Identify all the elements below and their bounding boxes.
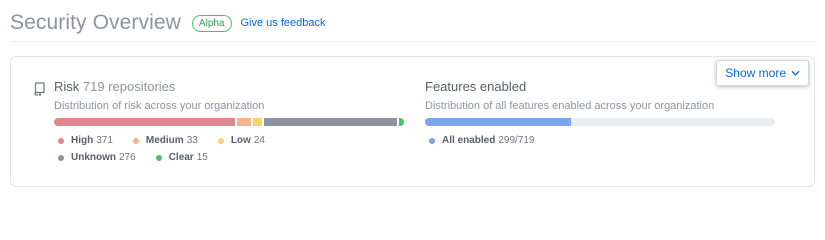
risk-segment-unknown bbox=[262, 118, 397, 126]
risk-segment-medium bbox=[234, 118, 251, 126]
legend-value: 15 bbox=[196, 152, 208, 163]
risk-repo-count: 719 repositories bbox=[82, 79, 176, 94]
legend-item-clear: Clear 15 bbox=[152, 149, 208, 166]
alpha-badge: Alpha bbox=[191, 14, 232, 32]
legend-label: Clear bbox=[168, 152, 194, 163]
legend-label: High bbox=[71, 135, 94, 146]
features-panel: Features enabled Distribution of all fea… bbox=[425, 79, 775, 149]
risk-title: Risk 719 repositories bbox=[54, 79, 404, 95]
features-title: Features enabled bbox=[425, 79, 527, 94]
legend-dot bbox=[429, 137, 435, 144]
features-legend: All enabled 299/719 bbox=[425, 132, 745, 149]
legend-item-high: High 371 bbox=[54, 132, 113, 149]
legend-label: Unknown bbox=[71, 152, 116, 163]
risk-subtitle: Distribution of risk across your organiz… bbox=[54, 100, 265, 112]
legend-label: Low bbox=[230, 135, 251, 146]
legend-dot bbox=[217, 137, 224, 144]
features-subtitle: Distribution of all features enabled acr… bbox=[425, 100, 715, 112]
risk-title-prefix: Risk bbox=[54, 79, 80, 94]
risk-segment-high bbox=[54, 118, 235, 126]
legend-dot bbox=[58, 137, 64, 144]
legend-value: 299/719 bbox=[498, 135, 535, 146]
risk-panel: Risk 719 repositories Distribution of ri… bbox=[54, 79, 404, 166]
legend-value: 371 bbox=[96, 135, 113, 146]
repo-icon bbox=[34, 82, 45, 96]
legend-dot bbox=[155, 154, 162, 161]
legend-item-unknown: Unknown 276 bbox=[54, 149, 136, 166]
risk-legend: High 371 Medium 33 Low 24 Unknown 276 Clear 15 bbox=[54, 132, 374, 166]
page-header: Security Overview Alpha Give us feedback bbox=[10, 9, 326, 37]
legend-value: 33 bbox=[186, 135, 198, 146]
legend-label: Medium bbox=[145, 135, 184, 146]
legend-value: 24 bbox=[253, 135, 265, 146]
features-bar bbox=[425, 118, 775, 126]
risk-segment-clear bbox=[396, 118, 404, 126]
legend-dot bbox=[132, 137, 139, 144]
risk-segment-low bbox=[250, 118, 263, 126]
show-more-label: Show more bbox=[725, 66, 786, 80]
legend-item-all-enabled: All enabled 299/719 bbox=[425, 132, 535, 149]
overview-card: Show more Risk 719 repositories Distribu… bbox=[10, 56, 815, 187]
legend-label: All enabled bbox=[442, 135, 496, 146]
legend-item-low: Low 24 bbox=[214, 132, 265, 149]
header-divider bbox=[10, 41, 815, 42]
legend-value: 276 bbox=[119, 152, 136, 163]
features-enabled-segment bbox=[425, 118, 571, 126]
feedback-link[interactable]: Give us feedback bbox=[241, 17, 326, 29]
chevron-down-icon bbox=[791, 70, 800, 76]
page-title: Security Overview bbox=[10, 11, 181, 34]
legend-item-medium: Medium 33 bbox=[129, 132, 198, 149]
legend-dot bbox=[58, 154, 64, 161]
risk-distribution-bar bbox=[54, 118, 404, 126]
